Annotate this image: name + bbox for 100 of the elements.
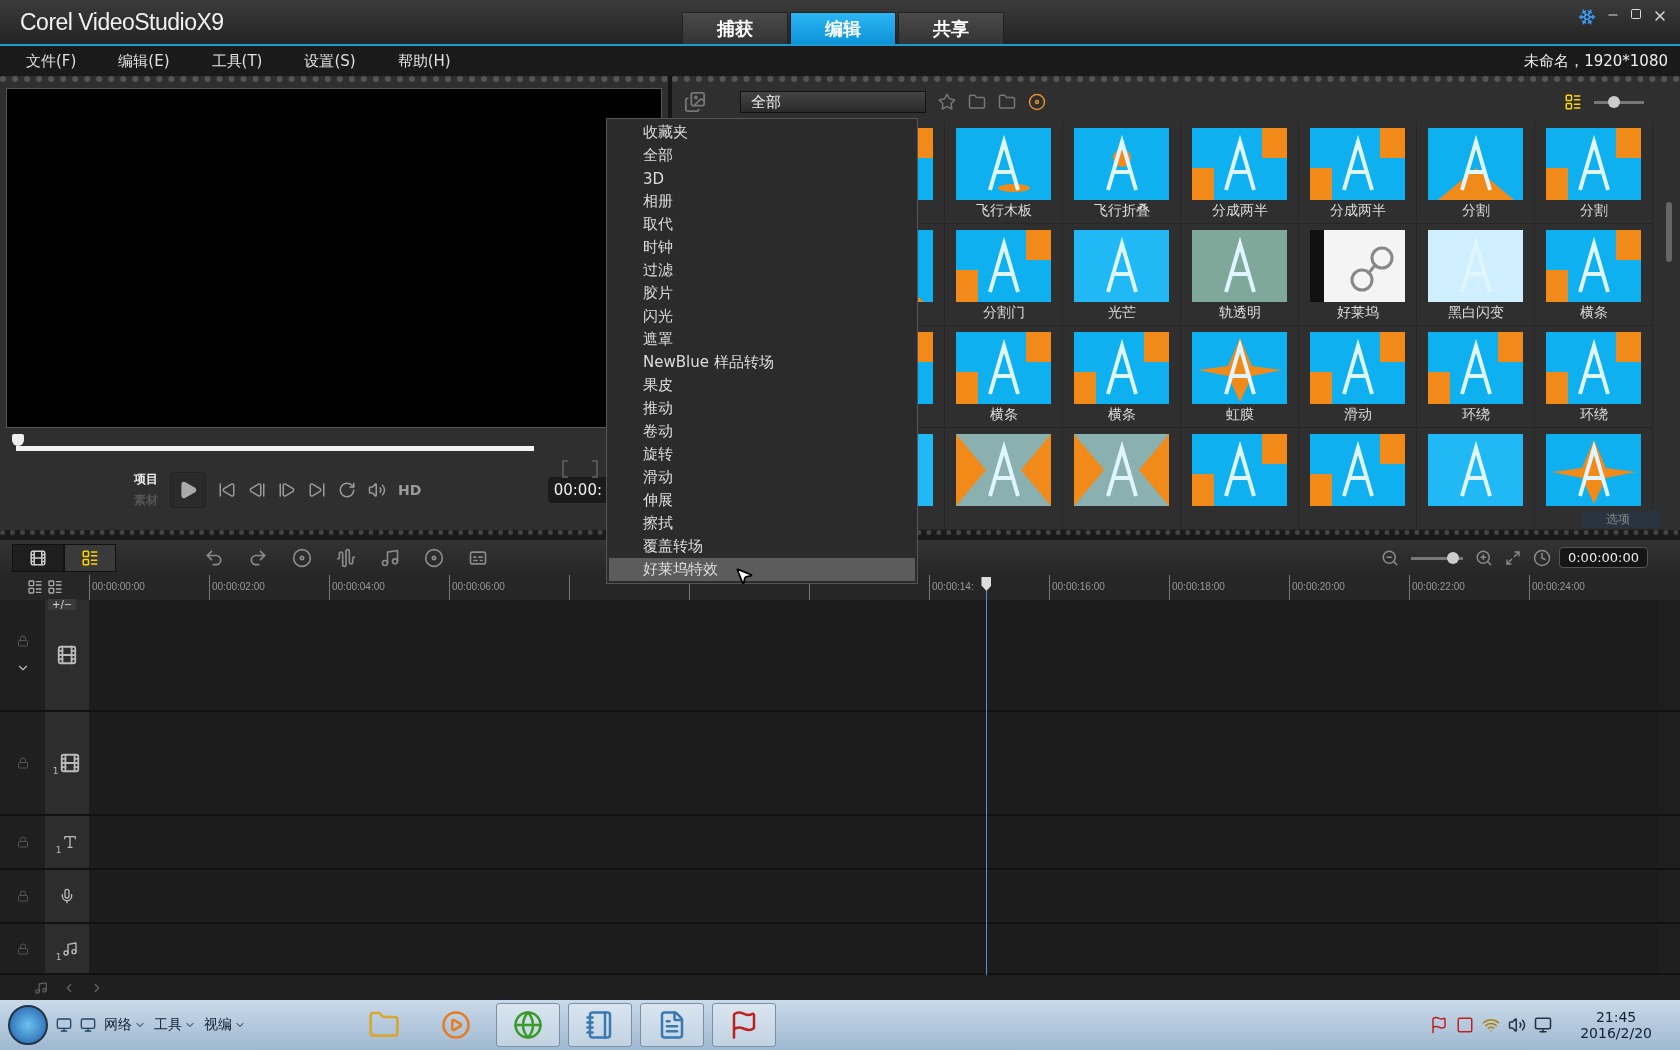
taskbar-app[interactable] [568,1003,632,1047]
restore-icon[interactable] [1630,8,1642,20]
transition-thumbnail[interactable] [1310,434,1405,506]
transition-thumbnail[interactable] [1428,332,1523,404]
dropdown-item[interactable]: 好莱坞特效 [609,558,915,581]
volume-icon[interactable] [368,481,386,499]
step-back-icon[interactable] [248,481,266,499]
transition-thumbnail[interactable] [1074,230,1169,302]
transition-thumbnail[interactable] [956,230,1051,302]
storyboard-view-button[interactable] [12,543,64,572]
menu-item[interactable]: 文件(F) [26,51,77,71]
transition-thumbnail[interactable] [1192,128,1287,200]
play-button[interactable] [170,472,206,508]
mark-in-out-icon[interactable] [560,459,600,479]
lock-icon[interactable] [16,836,29,848]
library-icon[interactable] [684,91,706,113]
dropdown-item[interactable]: 覆盖转场 [609,535,915,558]
transition-thumbnail[interactable] [1546,434,1641,506]
dropdown-item[interactable]: 卷动 [609,420,915,443]
desktop-icon[interactable] [56,1017,72,1033]
zoom-out-icon[interactable] [1380,548,1399,567]
transition-thumbnail[interactable] [1192,230,1287,302]
lock-icon[interactable] [16,635,29,647]
transition-thumbnail[interactable] [956,434,1051,506]
mode-tab[interactable]: 捕获 [682,12,788,44]
transition-thumbnail[interactable] [1074,128,1169,200]
transition-thumbnail[interactable] [956,128,1051,200]
dropdown-item[interactable]: 胶片 [609,282,915,305]
transition-thumbnail[interactable] [1546,230,1641,302]
track-header[interactable] [45,600,89,710]
toolbar-menu[interactable]: 网络 [104,1016,146,1034]
dropdown-item[interactable]: 全部 [609,144,915,167]
network-icon[interactable] [1534,1016,1553,1034]
volume-icon[interactable] [1508,1016,1527,1034]
slider-thumb[interactable] [1608,96,1620,108]
timeline-view-button[interactable] [64,543,116,572]
remove-track-icon[interactable] [46,579,63,595]
audio-wave-icon[interactable] [336,547,356,568]
timecode-field[interactable]: 00:00: [547,477,608,503]
dropdown-item[interactable]: 闪光 [609,305,915,328]
taskbar-app[interactable] [712,1003,776,1047]
toolbar-menu[interactable]: 视编 [204,1016,246,1034]
dropdown-item[interactable]: 收藏夹 [609,121,915,144]
transition-thumbnail[interactable] [1192,434,1287,506]
dropdown-item[interactable]: 取代 [609,213,915,236]
menu-item[interactable]: 帮助(H) [397,51,451,71]
transition-thumbnail[interactable] [1428,230,1523,302]
category-select[interactable]: 全部 [740,91,926,113]
list-view-icon[interactable] [1564,93,1582,111]
mode-toggle[interactable]: 项目 [134,471,158,488]
reel-icon[interactable] [1028,93,1046,111]
redo-icon[interactable] [248,547,268,568]
options-toggle[interactable]: 选项 [1582,511,1660,528]
fit-icon[interactable] [1504,549,1521,566]
transition-thumbnail[interactable] [1546,128,1641,200]
desktop-icon[interactable] [80,1017,96,1033]
skip-end-icon[interactable] [308,481,326,499]
skip-start-icon[interactable] [218,481,236,499]
track-manager-button[interactable]: +/− [48,599,77,610]
tray-icon[interactable] [1482,1016,1501,1034]
hd-toggle[interactable]: HD [398,482,422,498]
transition-thumbnail[interactable] [1074,434,1169,506]
menu-item[interactable]: 工具(T) [211,51,263,71]
zoom-in-icon[interactable] [1474,548,1493,567]
folder-icon[interactable] [998,93,1016,111]
undo-icon[interactable] [204,547,224,568]
lock-icon[interactable] [16,942,29,955]
dropdown-item[interactable]: 时钟 [609,236,915,259]
folder-icon[interactable] [968,93,986,111]
menu-item[interactable]: 编辑(E) [118,51,170,71]
scrollbar-thumb[interactable] [1666,202,1672,262]
record-icon[interactable] [292,547,312,568]
dropdown-item[interactable]: 3D [609,167,915,190]
toolbar-menu[interactable]: 工具 [154,1016,196,1034]
menu-item[interactable]: 设置(S) [304,51,356,71]
repeat-icon[interactable] [338,481,356,499]
dropdown-item[interactable]: 旋转 [609,443,915,466]
lock-icon[interactable] [16,757,29,769]
transition-thumbnail[interactable] [1310,230,1405,302]
mode-tab[interactable]: 共享 [898,12,1004,44]
transition-thumbnail[interactable] [956,332,1051,404]
taskbar-app[interactable] [640,1003,704,1047]
transition-thumbnail[interactable] [1074,332,1169,404]
dropdown-item[interactable]: 遮罩 [609,328,915,351]
dropdown-item[interactable]: 果皮 [609,374,915,397]
tray-icon[interactable] [1456,1016,1475,1034]
playhead-handle[interactable] [981,577,992,591]
dropdown-item[interactable]: 擦拭 [609,512,915,535]
clock-icon[interactable] [1532,548,1551,567]
transition-thumbnail[interactable] [1428,128,1523,200]
transition-thumbnail[interactable] [1310,332,1405,404]
tray-icon[interactable] [1430,1016,1449,1034]
dropdown-item[interactable]: 推动 [609,397,915,420]
slider-thumb[interactable] [1446,551,1459,564]
step-forward-icon[interactable] [278,481,296,499]
track-header[interactable]: 1 [45,712,89,814]
transition-thumbnail[interactable] [1546,332,1641,404]
start-button[interactable] [8,1005,48,1045]
timeline-timecode[interactable]: 0:00:00:00 [1558,547,1648,568]
star-icon[interactable] [938,93,956,111]
